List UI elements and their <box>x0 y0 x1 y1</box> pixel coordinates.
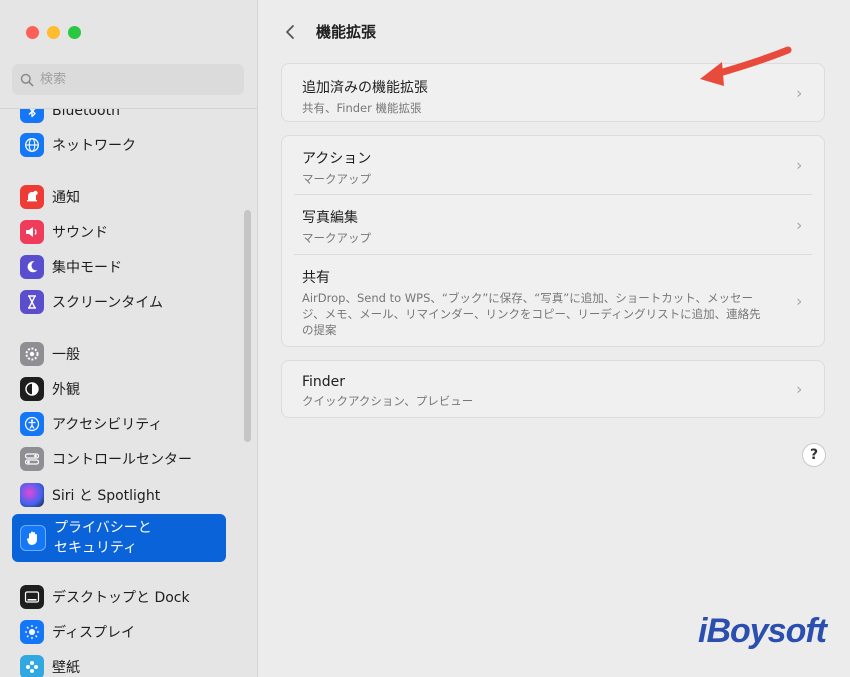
hand-icon <box>20 525 46 551</box>
sidebar-item-label: ネットワーク <box>52 138 136 154</box>
sidebar-item-label: 通知 <box>52 190 80 206</box>
minimize-button[interactable] <box>47 26 60 39</box>
hourglass-icon <box>20 290 44 314</box>
chevron-left-icon <box>286 25 294 39</box>
chevron-right-icon: › <box>796 155 803 175</box>
row-actions[interactable]: アクション マークアップ › <box>294 136 812 195</box>
chevron-right-icon: › <box>796 83 803 102</box>
row-subtitle: AirDrop、Send to WPS、“ブック”に保存、“写真”に追加、ショー… <box>302 291 761 337</box>
system-settings-window: Bluetooth ネットワーク 通知 サウンド <box>0 0 850 677</box>
accessibility-icon <box>20 412 44 436</box>
sidebar-item-network[interactable]: ネットワーク <box>12 128 226 162</box>
sidebar-item-label: ディスプレイ <box>52 625 136 641</box>
bluetooth-icon <box>20 109 44 123</box>
sidebar-item-privacy-security[interactable]: プライバシーと セキュリティ <box>12 514 226 562</box>
row-finder[interactable]: Finder クイックアクション、プレビュー › <box>282 361 812 417</box>
sidebar-item-label: 壁紙 <box>52 660 80 676</box>
sidebar-item-control-center[interactable]: コントロールセンター <box>12 442 226 476</box>
chevron-right-icon: › <box>796 215 803 234</box>
row-title: Finder <box>302 374 346 390</box>
sidebar-item-label: アクセシビリティ <box>52 417 163 433</box>
help-button[interactable]: ? <box>802 443 826 467</box>
chevron-right-icon: › <box>796 379 803 399</box>
sidebar-item-label: 一般 <box>52 347 80 363</box>
sidebar-item-label: Siri と Spotlight <box>52 488 161 504</box>
speaker-icon <box>20 220 44 244</box>
sidebar-list: Bluetooth ネットワーク 通知 サウンド 集中モード スクリーンタイム … <box>0 108 257 677</box>
annotation-arrow-icon <box>700 46 792 86</box>
row-subtitle: クイックアクション、プレビュー <box>302 394 474 408</box>
sidebar-item-accessibility[interactable]: アクセシビリティ <box>12 407 226 441</box>
wallpaper-icon <box>20 655 44 677</box>
sidebar-item-bluetooth[interactable]: Bluetooth <box>12 108 226 128</box>
watermark-logo: iBoysoft <box>698 612 827 650</box>
sidebar-item-label: Bluetooth <box>52 108 120 119</box>
row-title: アクション <box>302 151 372 167</box>
row-photo-editing[interactable]: 写真編集 マークアップ › <box>294 195 812 255</box>
search-field[interactable] <box>12 64 244 95</box>
sidebar-item-general[interactable]: 一般 <box>12 337 226 371</box>
back-button[interactable] <box>278 20 302 44</box>
control-center-icon <box>20 447 44 471</box>
sidebar-item-appearance[interactable]: 外観 <box>12 372 226 406</box>
settings-group-finder: Finder クイックアクション、プレビュー › <box>281 360 825 418</box>
chevron-right-icon: › <box>796 291 803 310</box>
search-input[interactable] <box>40 72 220 87</box>
sidebar-item-screen-time[interactable]: スクリーンタイム <box>12 285 226 319</box>
sidebar-item-desktop-dock[interactable]: デスクトップと Dock <box>12 580 226 614</box>
bell-icon <box>20 185 44 209</box>
siri-icon <box>20 483 44 507</box>
gear-icon <box>20 342 44 366</box>
sidebar-item-siri-spotlight[interactable]: Siri と Spotlight <box>12 478 226 512</box>
sidebar-item-label: サウンド <box>52 225 108 241</box>
page-title: 機能拡張 <box>316 23 377 41</box>
sidebar-item-label: 集中モード <box>52 260 122 276</box>
row-subtitle: マークアップ <box>302 172 371 186</box>
appearance-icon <box>20 377 44 401</box>
sidebar-item-label: プライバシーと セキュリティ <box>54 520 152 556</box>
row-subtitle: マークアップ <box>302 231 371 245</box>
settings-group-extensions: アクション マークアップ › 写真編集 マークアップ › 共有 AirDrop、… <box>281 135 825 347</box>
sidebar-item-label: コントロールセンター <box>52 452 192 468</box>
row-title: 共有 <box>302 270 330 286</box>
sidebar-item-label: 外観 <box>52 382 80 398</box>
main-panel: 機能拡張 追加済みの機能拡張 共有、Finder 機能拡張 › アクション マー… <box>258 0 850 677</box>
sun-icon <box>20 620 44 644</box>
sidebar-item-wallpaper[interactable]: 壁紙 <box>12 650 226 677</box>
moon-icon <box>20 255 44 279</box>
search-icon <box>20 73 34 86</box>
sidebar-item-label: デスクトップと Dock <box>52 590 190 606</box>
row-share[interactable]: 共有 AirDrop、Send to WPS、“ブック”に保存、“写真”に追加、… <box>294 255 812 346</box>
globe-icon <box>20 133 44 157</box>
sidebar-item-sound[interactable]: サウンド <box>12 215 226 249</box>
row-title: 写真編集 <box>302 210 358 226</box>
row-subtitle: 共有、Finder 機能拡張 <box>302 101 422 115</box>
dock-icon <box>20 585 44 609</box>
sidebar-item-notifications[interactable]: 通知 <box>12 180 226 214</box>
window-controls <box>26 26 81 39</box>
sidebar: Bluetooth ネットワーク 通知 サウンド <box>0 0 258 677</box>
sidebar-item-focus[interactable]: 集中モード <box>12 250 226 284</box>
sidebar-scrollbar[interactable] <box>244 210 251 442</box>
zoom-button[interactable] <box>68 26 81 39</box>
sidebar-item-label: スクリーンタイム <box>52 295 164 311</box>
sidebar-item-displays[interactable]: ディスプレイ <box>12 615 226 649</box>
close-button[interactable] <box>26 26 39 39</box>
